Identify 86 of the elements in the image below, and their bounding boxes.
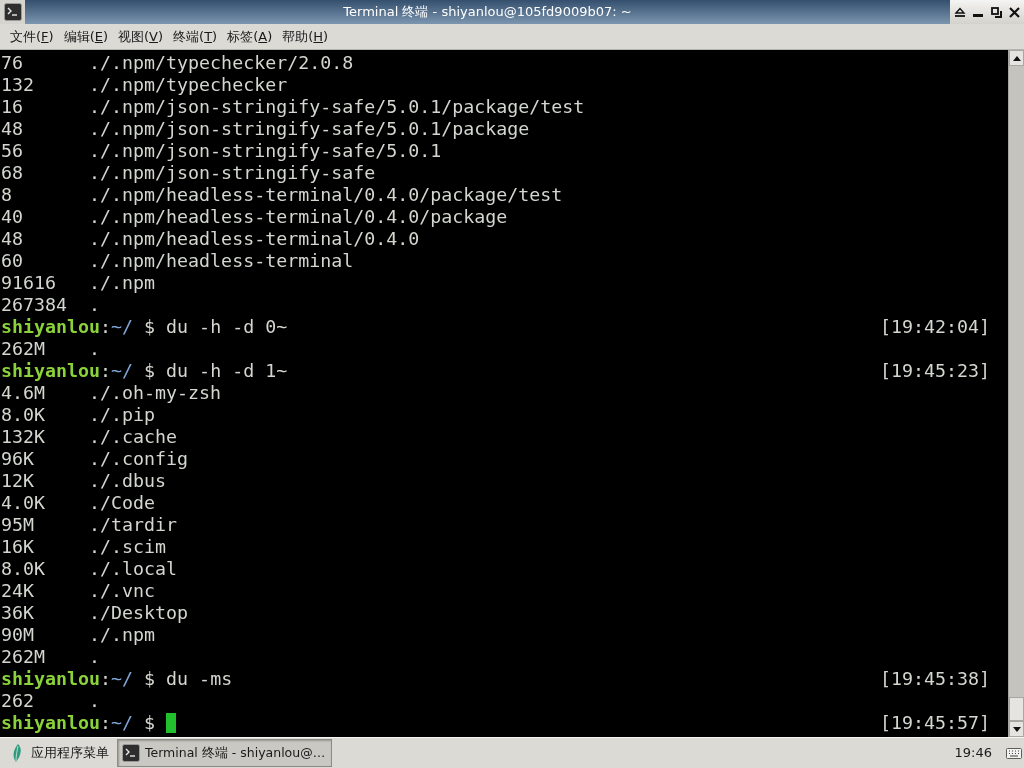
size-text: 96K xyxy=(1,448,36,470)
scrollbar[interactable] xyxy=(1008,50,1024,737)
file-path: . xyxy=(89,338,101,360)
file-path: ./.npm xyxy=(89,624,156,646)
file-path: ./.npm/json-stringify-safe/5.0.1 xyxy=(89,140,442,162)
file-path: ./.pip xyxy=(89,404,156,426)
size-text: 90M xyxy=(1,624,36,646)
menu-item[interactable]: 终端(T) xyxy=(168,24,223,49)
file-path: ./.npm/headless-terminal/0.4.0/package xyxy=(89,206,508,228)
file-path: ./.npm/headless-terminal/0.4.0 xyxy=(89,228,420,250)
file-path: ./.npm xyxy=(89,272,156,294)
terminal-icon xyxy=(122,744,140,762)
size-text: 24K xyxy=(1,580,36,602)
size-text: 68 xyxy=(1,162,24,184)
size-text: 262M xyxy=(1,646,47,668)
size-text: 60 xyxy=(1,250,24,272)
file-path: ./.dbus xyxy=(89,470,167,492)
minimize-icon xyxy=(973,14,983,17)
size-text: 48 xyxy=(1,118,24,140)
file-path: ./.local xyxy=(89,558,178,580)
file-path: ./.vnc xyxy=(89,580,156,602)
size-text: 4.0K xyxy=(1,492,47,514)
close-icon xyxy=(1008,6,1020,18)
file-path: ./.cache xyxy=(89,426,178,448)
size-text: 40 xyxy=(1,206,24,228)
menu-item[interactable]: 视图(V) xyxy=(113,24,169,49)
size-text: 12K xyxy=(1,470,36,492)
size-text: 56 xyxy=(1,140,24,162)
size-text: 48 xyxy=(1,228,24,250)
file-path: ./Code xyxy=(89,492,156,514)
window-title: Terminal 终端 - shiyanlou@105fd9009b07: ~ xyxy=(343,3,632,22)
file-path: ./tardir xyxy=(89,514,178,536)
size-text: 8.0K xyxy=(1,404,47,426)
size-text: 8 xyxy=(1,184,13,206)
command-prompt: shiyanlou:~/ $ du -h -d 1~ xyxy=(1,360,288,382)
timestamp: [19:45:38] xyxy=(879,668,990,690)
file-path: . xyxy=(89,294,101,316)
size-text: 132 xyxy=(1,74,36,96)
file-path: ./.npm/json-stringify-safe/5.0.1/package xyxy=(89,118,530,140)
up-arrow-icon xyxy=(1012,55,1021,61)
size-text: 262M xyxy=(1,338,47,360)
command-prompt: shiyanlou:~/ $ du -h -d 0~ xyxy=(1,316,288,338)
scroll-up-button[interactable] xyxy=(1009,50,1024,66)
size-text: 95M xyxy=(1,514,36,536)
file-path: ./Desktop xyxy=(89,602,189,624)
menu-item[interactable]: 文件(F) xyxy=(5,24,59,49)
file-path: ./.npm/json-stringify-safe xyxy=(89,162,376,184)
size-text: 76 xyxy=(1,52,24,74)
timestamp: [19:45:57] xyxy=(879,712,990,734)
terminal-icon xyxy=(3,3,22,21)
clock: 19:46 xyxy=(954,744,992,763)
file-path: ./.npm/json-stringify-safe/5.0.1/package/test xyxy=(89,96,585,118)
menu-item[interactable]: 编辑(E) xyxy=(58,24,113,49)
keyboard-icon[interactable] xyxy=(1006,747,1022,759)
file-path: . xyxy=(89,690,101,712)
file-path: . xyxy=(89,646,101,668)
timestamp: [19:42:04] xyxy=(879,316,990,338)
file-path: ./.npm/headless-terminal/0.4.0/package/test xyxy=(89,184,563,206)
size-text: 262 xyxy=(1,690,36,712)
file-path: ./.npm/typechecker/2.0.8 xyxy=(89,52,354,74)
size-text: 8.0K xyxy=(1,558,47,580)
timestamp: [19:45:23] xyxy=(879,360,990,382)
menu-item[interactable]: 帮助(H) xyxy=(277,24,334,49)
file-path: ./.oh-my-zsh xyxy=(89,382,222,404)
scroll-down-button[interactable] xyxy=(1009,721,1024,737)
task-button[interactable]: Terminal 终端 - shiyanlou@… xyxy=(117,739,333,767)
start-menu-button[interactable]: 应用程序菜单 xyxy=(0,739,115,767)
file-path: ./.npm/headless-terminal xyxy=(89,250,354,272)
restore-icon xyxy=(990,6,1002,18)
size-text: 91616 xyxy=(1,272,58,294)
file-path: ./.scim xyxy=(89,536,167,558)
size-text: 36K xyxy=(1,602,36,624)
leaf-icon xyxy=(11,744,23,762)
command-prompt: shiyanlou:~/ $ xyxy=(1,712,156,734)
size-text: 16K xyxy=(1,536,36,558)
size-text: 267384 xyxy=(1,294,69,316)
file-path: ./.config xyxy=(89,448,189,470)
size-text: 4.6M xyxy=(1,382,47,404)
scrollbar-thumb[interactable] xyxy=(1009,697,1024,721)
command-prompt: shiyanlou:~/ $ du -ms xyxy=(1,668,233,690)
file-path: ./.npm/typechecker xyxy=(89,74,288,96)
size-text: 16 xyxy=(1,96,24,118)
eject-icon xyxy=(954,7,966,17)
size-text: 132K xyxy=(1,426,47,448)
down-arrow-icon xyxy=(1012,726,1021,732)
menu-item[interactable]: 标签(A) xyxy=(222,24,278,49)
